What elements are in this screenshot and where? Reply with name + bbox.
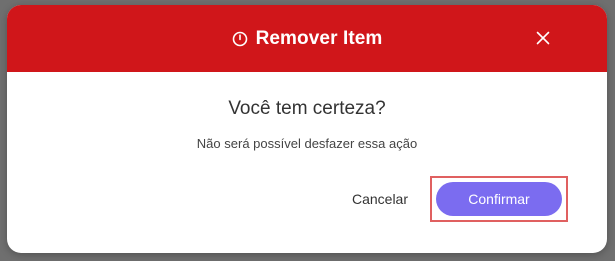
confirmation-question: Você tem certeza? bbox=[228, 98, 386, 119]
close-icon bbox=[536, 31, 550, 45]
dialog-body: Você tem certeza? Não será possível desf… bbox=[7, 72, 607, 151]
cancel-button[interactable]: Cancelar bbox=[352, 191, 408, 207]
confirm-highlight: Confirmar bbox=[430, 176, 568, 222]
clock-icon bbox=[232, 31, 248, 47]
remove-item-dialog: Remover Item Você tem certeza? Não será … bbox=[7, 5, 607, 253]
dialog-title: Remover Item bbox=[255, 27, 383, 49]
dialog-header: Remover Item bbox=[7, 5, 607, 72]
close-button[interactable] bbox=[533, 28, 553, 48]
confirm-button[interactable]: Confirmar bbox=[436, 182, 562, 216]
dialog-title-group: Remover Item bbox=[232, 28, 383, 50]
dialog-actions: Cancelar Confirmar bbox=[352, 176, 568, 222]
warning-message: Não será possível desfazer essa ação bbox=[196, 136, 418, 151]
